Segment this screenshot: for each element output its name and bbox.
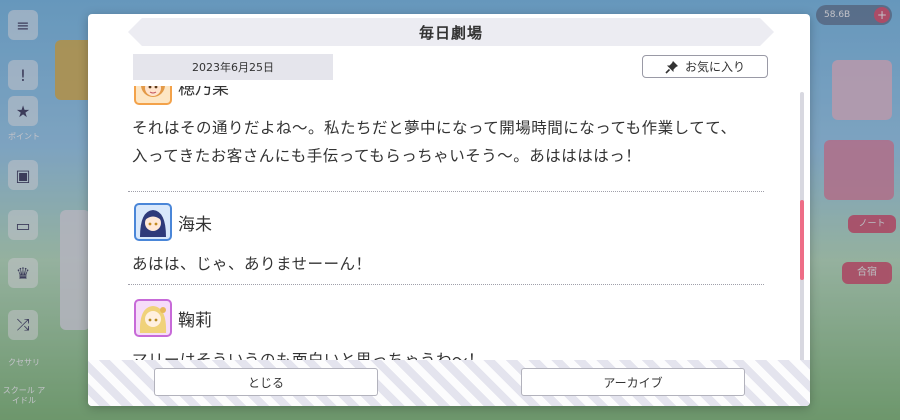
daily-theater-dialog: 毎日劇場 2023年6月25日 お気に入り 穂乃果 それはその通りだよね〜。私た… [88,14,810,406]
speaker-row: 海未 [134,200,212,244]
dialogue-scroll-area[interactable]: 穂乃果 それはその通りだよね〜。私たちだと夢中になって開場時間になっても作業して… [128,86,768,362]
separator [128,284,764,285]
dialogue-entry: 鞠莉 マリーはそういうのも面白いと思っちゃうわ〜！ [128,286,764,362]
speaker-name: 穂乃果 [178,86,229,99]
archive-button[interactable]: アーカイブ [521,368,745,396]
scrollbar-thumb[interactable] [800,200,804,280]
scrollbar[interactable] [800,92,804,364]
dialogue-line: あはは、じゃ、ありませーーん！ [132,255,372,273]
pin-icon [665,60,678,74]
dialog-footer: とじる アーカイブ [88,360,810,406]
speaker-row: 穂乃果 [134,86,229,108]
dialogue-entry: 穂乃果 それはその通りだよね〜。私たちだと夢中になって開場時間になっても作業して… [128,86,764,176]
honoka-avatar [134,86,172,105]
dialogue-line: 入ってきたお客さんにも手伝ってもらっちゃいそう〜。あははははっ！ [132,147,642,165]
umi-avatar [134,203,172,241]
favorite-label: お気に入り [684,60,745,74]
mari-avatar [134,299,172,337]
close-button[interactable]: とじる [154,368,378,396]
dialogue-line: それはその通りだよね〜。私たちだと夢中になって開場時間になっても作業してて、 [132,119,737,137]
speaker-name: 鞠莉 [178,310,212,331]
dialog-title: 毎日劇場 [128,18,774,46]
speaker-row: 鞠莉 [134,296,212,340]
speaker-name: 海未 [178,214,212,235]
date-label: 2023年6月25日 [133,54,333,80]
dialogue-entry: 海未 あはは、じゃ、ありませーーん！ [128,192,764,273]
favorite-button[interactable]: お気に入り [642,55,768,78]
